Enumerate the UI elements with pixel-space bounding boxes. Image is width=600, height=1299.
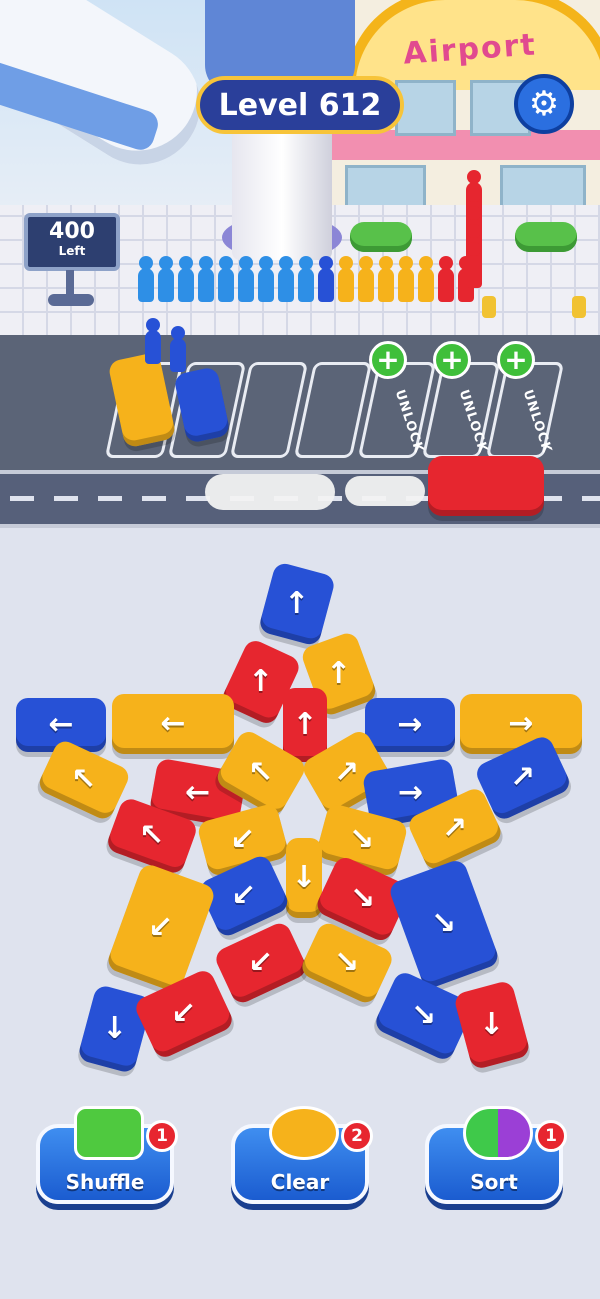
- direction-arrow-icon: ↘: [411, 997, 437, 1033]
- sort-label: Sort: [470, 1170, 518, 1194]
- direction-arrow-icon: ↗: [334, 755, 360, 791]
- waiting-passenger: [398, 256, 414, 302]
- waiting-passenger: [178, 256, 194, 302]
- exhaust-smoke: [345, 476, 425, 506]
- direction-arrow-icon: ↘: [350, 880, 376, 916]
- waiting-passenger: [138, 256, 154, 302]
- waiting-passenger: [198, 256, 214, 302]
- direction-arrow-icon: ↓: [291, 860, 317, 895]
- direction-arrow-icon: ↓: [479, 1007, 505, 1043]
- shuffle-label: Shuffle: [65, 1170, 145, 1194]
- people-sort-icon: [463, 1106, 533, 1160]
- game-scene: Airport Level 612 ⚙ 400 Left + + + UNLOC…: [0, 0, 600, 1299]
- lane-dash: [142, 496, 166, 501]
- direction-arrow-icon: ↑: [284, 585, 310, 621]
- helicopter-icon: [269, 1106, 339, 1160]
- gear-icon: ⚙: [528, 84, 560, 124]
- waiting-passenger: [358, 256, 374, 302]
- red-car[interactable]: ↑: [283, 688, 327, 762]
- boarding-passenger: [145, 318, 161, 364]
- sort-button[interactable]: 1 Sort: [425, 1106, 567, 1204]
- direction-arrow-icon: ←: [160, 706, 186, 741]
- passengers-left-label: Left: [58, 244, 86, 258]
- hedge: [515, 222, 577, 252]
- direction-arrow-icon: ↙: [230, 822, 256, 858]
- waiting-passenger: [258, 256, 274, 302]
- green-car-shuffle-icon: [74, 1106, 144, 1160]
- blue-car[interactable]: ↑: [257, 561, 337, 647]
- control-tower: [232, 120, 332, 260]
- direction-arrow-icon: ↖: [139, 817, 165, 853]
- yellow-car[interactable]: ←: [112, 694, 234, 754]
- settings-button[interactable]: ⚙: [514, 74, 574, 134]
- lane-dash: [582, 496, 600, 501]
- direction-arrow-icon: ↖: [248, 754, 274, 790]
- clear-count-badge: 2: [341, 1120, 373, 1152]
- clear-label: Clear: [270, 1170, 330, 1194]
- waiting-passenger: [318, 256, 334, 302]
- lane-dash: [10, 496, 34, 501]
- stanchion: [572, 296, 586, 318]
- lane-dash: [54, 496, 78, 501]
- direction-arrow-icon: ↗: [442, 811, 468, 847]
- waiting-passenger: [378, 256, 394, 302]
- direction-arrow-icon: ↙: [148, 909, 174, 945]
- direction-arrow-icon: ↙: [248, 945, 274, 981]
- waiting-passenger: [158, 256, 174, 302]
- direction-arrow-icon: ↙: [171, 996, 197, 1032]
- direction-arrow-icon: ↘: [431, 906, 457, 942]
- level-indicator: Level 612: [196, 76, 404, 134]
- direction-arrow-icon: ↗: [510, 760, 536, 796]
- blue-car[interactable]: →: [365, 698, 455, 752]
- unlock-plus-icon[interactable]: +: [369, 341, 407, 379]
- departing-red-bus: [428, 456, 544, 516]
- lane-dash: [98, 496, 122, 501]
- hedge: [350, 222, 412, 252]
- exhaust-smoke: [205, 474, 335, 510]
- direction-arrow-icon: ↙: [231, 878, 257, 914]
- unlock-plus-icon[interactable]: +: [497, 341, 535, 379]
- terminal-window: [395, 80, 456, 136]
- terminal-awning: [330, 130, 600, 160]
- waiting-passenger: [338, 256, 354, 302]
- direction-arrow-icon: ↓: [102, 1010, 128, 1046]
- direction-arrow-icon: ↑: [326, 656, 352, 692]
- blue-car[interactable]: ↘: [387, 857, 501, 991]
- waiting-passenger: [438, 256, 454, 302]
- passengers-left-count: 400: [49, 219, 95, 244]
- direction-arrow-icon: ↖: [71, 761, 97, 797]
- sort-count-badge: 1: [535, 1120, 567, 1152]
- direction-arrow-icon: →: [398, 775, 424, 811]
- waiting-passenger: [238, 256, 254, 302]
- waiting-passenger: [218, 256, 234, 302]
- direction-arrow-icon: ↘: [349, 821, 375, 857]
- direction-arrow-icon: ←: [48, 707, 74, 742]
- waiting-passenger: [466, 242, 482, 288]
- waiting-passenger: [298, 256, 314, 302]
- stanchion: [482, 296, 496, 318]
- direction-arrow-icon: ↘: [334, 944, 360, 980]
- counter-base: [48, 294, 94, 306]
- shuffle-button[interactable]: 1 Shuffle: [36, 1106, 178, 1204]
- direction-arrow-icon: →: [397, 707, 423, 742]
- direction-arrow-icon: ←: [185, 774, 211, 810]
- waiting-passenger: [278, 256, 294, 302]
- shuffle-count-badge: 1: [146, 1120, 178, 1152]
- waiting-passenger: [418, 256, 434, 302]
- red-car[interactable]: ↓: [452, 979, 532, 1071]
- unlock-plus-icon[interactable]: +: [433, 341, 471, 379]
- direction-arrow-icon: ↑: [248, 663, 274, 699]
- direction-arrow-icon: ↑: [292, 707, 318, 742]
- clear-button[interactable]: 2 Clear: [231, 1106, 373, 1204]
- boarding-passenger: [170, 326, 186, 372]
- passengers-left-counter: 400 Left: [24, 213, 120, 271]
- direction-arrow-icon: →: [508, 706, 534, 741]
